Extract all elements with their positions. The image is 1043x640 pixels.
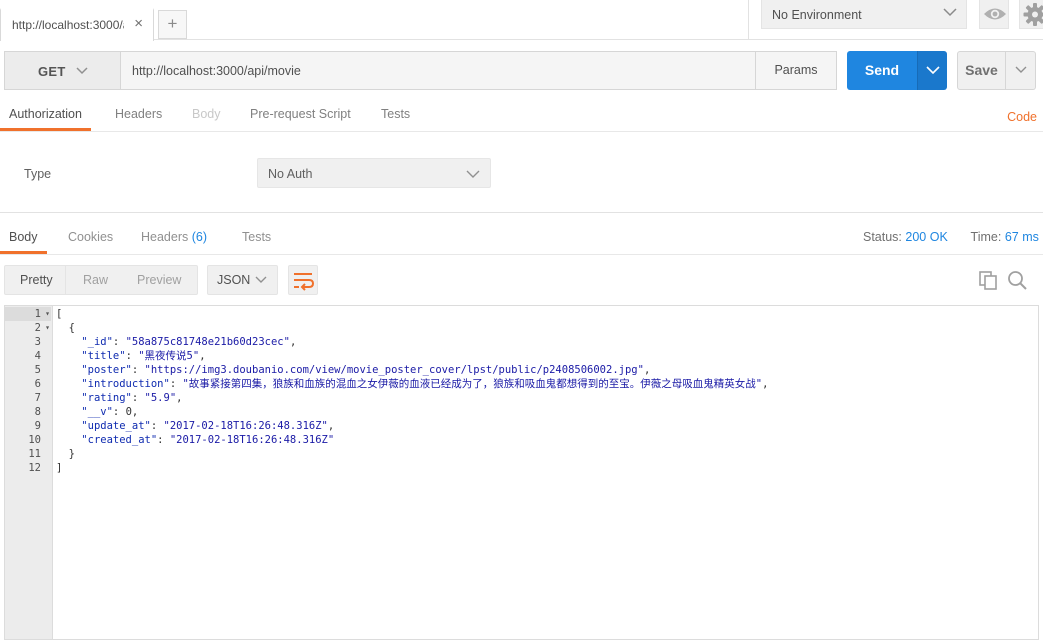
code-line: "rating": "5.9", (81, 392, 183, 404)
response-tab-body[interactable]: Body (0, 220, 47, 254)
environment-area: No Environment (748, 0, 1043, 40)
headers-count-badge: (6) (191, 230, 208, 244)
method-select[interactable]: GET (5, 52, 121, 89)
line-number: 3 (34, 336, 41, 348)
gear-icon (1023, 3, 1043, 26)
code-line: } (56, 448, 75, 460)
chevron-down-icon (926, 66, 940, 75)
line-number: 8 (34, 406, 41, 418)
response-tab-tests[interactable]: Tests (242, 220, 271, 254)
code-line: "poster": "https://img3.doubanio.com/vie… (81, 364, 651, 376)
response-tab-headers[interactable]: Headers (6) (141, 220, 207, 254)
code-line: ] (56, 462, 63, 474)
auth-type-select[interactable]: No Auth (257, 158, 491, 188)
fold-arrow-icon[interactable]: ▾ (45, 307, 50, 321)
search-icon (1008, 271, 1027, 290)
format-select[interactable]: JSON (207, 265, 278, 295)
response-tab-cookies[interactable]: Cookies (68, 220, 113, 254)
save-button[interactable]: Save (957, 51, 1006, 90)
generate-code-link[interactable]: Code (1007, 110, 1037, 124)
line-number: 10 (28, 434, 41, 446)
authorization-panel: Type No Auth (0, 133, 1043, 213)
close-icon[interactable]: × (134, 16, 143, 32)
chevron-down-icon (466, 170, 480, 178)
environment-select-label: No Environment (772, 8, 862, 22)
code-line: "title": "黑夜传说5", (81, 350, 206, 362)
status-label: Status: (863, 230, 902, 244)
time-label: Time: (970, 230, 1002, 244)
method-label: GET (38, 64, 66, 79)
top-bar: http://localhost:3000/api/movie × + No E… (0, 0, 1043, 41)
line-number: 5 (34, 364, 41, 376)
view-preview-button[interactable]: Preview (137, 273, 181, 287)
tab-pre-request-script[interactable]: Pre-request Script (250, 98, 351, 131)
chevron-down-icon (255, 276, 267, 283)
view-mode-group: Pretty Raw Preview (4, 265, 198, 295)
code-line: "update_at": "2017-02-18T16:26:48.316Z", (81, 420, 335, 432)
settings-button[interactable] (1019, 0, 1043, 29)
environment-select[interactable]: No Environment (761, 0, 967, 29)
wrap-lines-button[interactable] (288, 265, 318, 295)
url-input[interactable] (121, 52, 755, 89)
code-line: "_id": "58a875c81748e21b60d23cec", (81, 336, 297, 348)
tab-headers[interactable]: Headers (115, 98, 162, 131)
send-options-button[interactable] (917, 51, 947, 90)
chevron-down-icon (76, 67, 88, 75)
request-builder: GET Params (4, 51, 837, 90)
auth-type-value: No Auth (268, 167, 313, 181)
save-options-button[interactable] (1006, 51, 1036, 90)
line-number: 9 (34, 420, 41, 432)
tab-authorization[interactable]: Authorization (0, 98, 91, 131)
code-line: "created_at": "2017-02-18T16:26:48.316Z" (81, 434, 335, 446)
chevron-down-icon (1015, 66, 1027, 73)
line-number: 11 (28, 448, 41, 460)
code-line: "introduction": "故事紧接第四集，狼族和血族的混血之女伊薇的血液… (81, 378, 769, 390)
chevron-down-icon (943, 8, 957, 17)
line-number: 6 (34, 378, 41, 390)
tab-body[interactable]: Body (192, 98, 221, 131)
time-value[interactable]: 67 ms (1005, 230, 1039, 244)
auth-type-label: Type (24, 167, 52, 181)
code-line: "__v": 0, (81, 406, 139, 418)
code-line: { (56, 322, 75, 334)
line-number-gutter: 1 ▾ 2 ▾ 3 4 5 6 7 8 9 10 11 12 (5, 306, 53, 639)
line-number: 4 (34, 350, 41, 362)
wrap-text-icon (294, 273, 315, 291)
format-label: JSON (217, 273, 251, 287)
line-number: 2 ▾ (34, 321, 50, 335)
code-line: [ (56, 308, 63, 320)
params-button[interactable]: Params (755, 52, 836, 89)
line-number: 7 (34, 392, 41, 404)
request-tab[interactable]: http://localhost:3000/api/movie × (0, 8, 154, 41)
response-status: Status: 200 OK Time: 67 ms (863, 230, 1039, 244)
tab-tests[interactable]: Tests (381, 98, 410, 131)
divider (65, 266, 66, 294)
response-tab-headers-label: Headers (141, 230, 189, 244)
eye-icon (984, 8, 1006, 20)
new-tab-button[interactable]: + (158, 10, 187, 39)
copy-icon (979, 271, 997, 290)
request-tab-label: http://localhost:3000/api/movie (12, 18, 124, 32)
view-raw-button[interactable]: Raw (83, 273, 108, 287)
request-tabs: Authorization Headers Body Pre-request S… (0, 98, 1043, 132)
response-body-editor[interactable]: 1 ▾ 2 ▾ 3 4 5 6 7 8 9 10 11 12 [ { "_id": … (4, 305, 1039, 640)
code-content: [ { "_id": "58a875c81748e21b60d23cec", "… (56, 306, 1036, 639)
line-number: 1 ▾ (5, 307, 51, 321)
send-button[interactable]: Send (847, 51, 917, 90)
view-pretty-button[interactable]: Pretty (20, 273, 53, 287)
status-value[interactable]: 200 OK (905, 230, 947, 244)
environment-quick-look-button[interactable] (979, 0, 1009, 29)
search-response-button[interactable] (1006, 269, 1028, 291)
fold-arrow-icon[interactable]: ▾ (45, 321, 50, 335)
copy-response-button[interactable] (977, 269, 999, 291)
line-number: 12 (28, 462, 41, 474)
